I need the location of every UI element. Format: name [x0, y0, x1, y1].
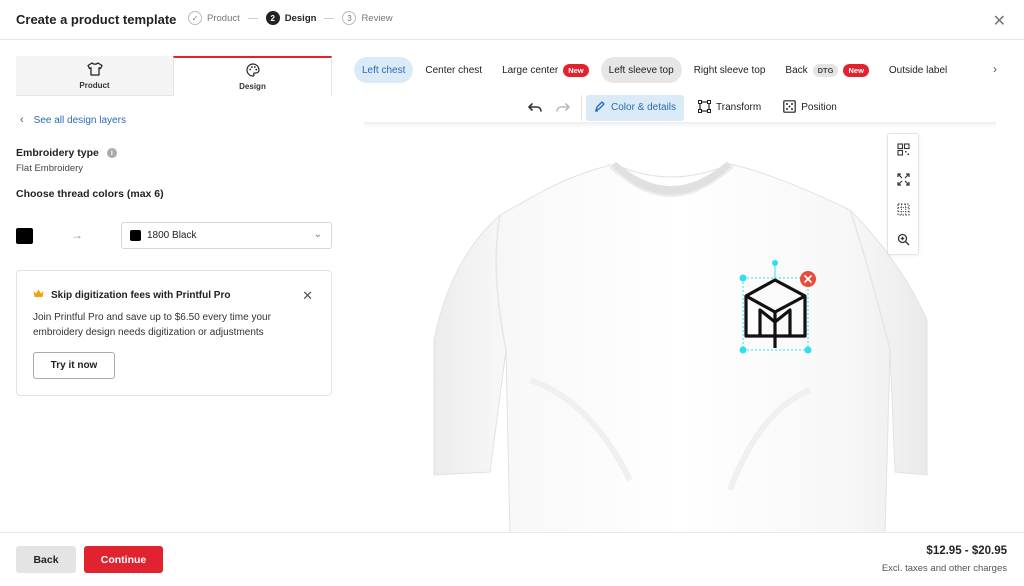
continue-button[interactable]: Continue — [84, 546, 163, 573]
step-number: 3 — [342, 11, 357, 25]
new-badge: New — [563, 63, 589, 77]
chevron-left-icon: ‹ — [20, 114, 24, 126]
printful-pro-promo: Skip digitization fees with Printful Pro… — [16, 270, 332, 396]
panel-tabs: Product Design — [16, 56, 332, 96]
placement-outside-label[interactable]: Outside label — [881, 57, 955, 83]
step-divider — [324, 17, 335, 19]
grid-icon[interactable] — [888, 194, 918, 224]
page-title: Create a product template — [16, 12, 177, 27]
embroidery-type-heading: Embroidery type i — [16, 147, 117, 159]
design-canvas[interactable] — [430, 150, 930, 536]
step-design[interactable]: 2 Design — [265, 11, 317, 25]
selected-color-swatch — [130, 230, 141, 241]
placement-label: Large center — [502, 64, 559, 76]
back-link-label: See all design layers — [33, 114, 126, 126]
tshirt-mockup — [433, 161, 928, 536]
position-button[interactable]: Position — [775, 95, 845, 121]
promo-close-icon[interactable]: ✕ — [302, 288, 313, 304]
placement-center-chest[interactable]: Center chest — [417, 57, 490, 83]
step-check-icon: ✓ — [188, 11, 202, 25]
placement-tabs: Left chest Center chest Large center New … — [354, 56, 1004, 84]
new-badge: New — [843, 63, 869, 77]
step-label: Product — [207, 12, 240, 24]
redo-icon[interactable] — [549, 95, 577, 121]
current-color-swatch — [16, 228, 33, 244]
placement-back[interactable]: Back DTG New — [777, 57, 877, 83]
canvas-side-tools — [887, 133, 919, 255]
pen-icon — [594, 100, 606, 115]
zoom-icon[interactable] — [888, 224, 918, 254]
delete-layer-icon[interactable] — [800, 271, 816, 287]
see-all-layers-link[interactable]: ‹ See all design layers — [20, 114, 126, 126]
palette-icon — [245, 62, 260, 80]
embroidery-type-label: Embroidery type — [16, 147, 99, 159]
transform-icon — [698, 99, 712, 116]
thread-color-select[interactable]: 1800 Black ⌄ — [121, 222, 332, 249]
arrow-right-icon: → — [71, 228, 83, 242]
placement-label: Left sleeve top — [608, 64, 674, 76]
position-icon — [783, 99, 797, 116]
chevron-right-icon[interactable]: › — [993, 62, 997, 76]
stepper: ✓ Product 2 Design 3 Review — [188, 11, 393, 25]
chevron-down-icon: ⌄ — [313, 229, 322, 240]
left-panel: Product Design ‹ See all design layers E… — [16, 56, 332, 396]
tab-product[interactable]: Product — [16, 56, 173, 96]
transform-label: Transform — [716, 102, 762, 113]
tab-design[interactable]: Design — [173, 56, 332, 96]
promo-heading: Skip digitization fees with Printful Pro — [33, 289, 230, 301]
try-it-now-button[interactable]: Try it now — [33, 352, 115, 379]
placement-right-sleeve-top[interactable]: Right sleeve top — [686, 57, 774, 83]
close-icon[interactable]: ✕ — [993, 11, 1006, 31]
info-icon[interactable]: i — [106, 148, 117, 158]
promo-title: Skip digitization fees with Printful Pro — [51, 289, 231, 301]
step-label: Review — [361, 12, 393, 24]
selected-color-label: 1800 Black — [147, 230, 197, 241]
placement-left-chest[interactable]: Left chest — [354, 57, 414, 83]
tab-label: Product — [79, 80, 110, 90]
placement-large-center[interactable]: Large center New — [494, 57, 597, 83]
undo-icon[interactable] — [521, 95, 549, 121]
color-details-label: Color & details — [611, 102, 677, 113]
expand-icon[interactable] — [888, 164, 918, 194]
transform-button[interactable]: Transform — [690, 95, 769, 121]
thread-colors-label: Choose thread colors (max 6) — [16, 188, 164, 200]
embroidery-type-value: Flat Embroidery — [16, 163, 84, 174]
price-range: $12.95 - $20.95 — [926, 545, 1007, 557]
promo-body: Join Printful Pro and save up to $6.50 e… — [33, 312, 271, 338]
step-label: Design — [284, 12, 317, 24]
tab-label: Design — [239, 81, 266, 91]
position-label: Position — [801, 102, 837, 113]
toolbar-divider — [581, 94, 582, 121]
placement-left-sleeve-top[interactable]: Left sleeve top — [600, 57, 682, 83]
step-review[interactable]: 3 Review — [342, 11, 393, 25]
placement-label: Back — [785, 64, 808, 76]
back-button[interactable]: Back — [16, 546, 76, 573]
step-number: 2 — [265, 11, 280, 25]
design-toolbar: Color & details Transform Position — [521, 94, 851, 121]
footer-bar: Back Continue $12.95 - $20.95 Excl. taxe… — [0, 532, 1024, 586]
top-bar: Create a product template ✓ Product 2 De… — [0, 0, 1024, 40]
placement-label: Right sleeve top — [693, 64, 766, 76]
price-note: Excl. taxes and other charges — [881, 563, 1007, 574]
crown-icon — [33, 289, 44, 301]
placement-label: Center chest — [425, 64, 483, 76]
step-divider — [247, 17, 258, 19]
canvas-top-edge — [364, 122, 996, 128]
qr-layout-icon[interactable] — [888, 134, 918, 164]
thread-color-row: → 1800 Black ⌄ — [16, 222, 332, 249]
placement-label: Outside label — [888, 64, 948, 76]
color-details-button[interactable]: Color & details — [586, 94, 685, 121]
step-product[interactable]: ✓ Product — [188, 11, 240, 25]
tshirt-icon — [86, 61, 103, 79]
placement-label: Left chest — [362, 64, 406, 76]
dtg-badge: DTG — [812, 63, 839, 77]
